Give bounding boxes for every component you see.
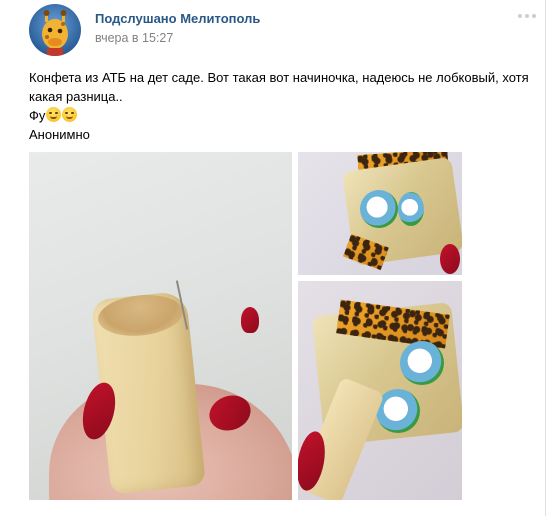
nail-shape [241,307,259,333]
nail-shape [440,244,460,274]
post-date-link[interactable]: вчера в 15:27 [95,31,173,45]
post-text-line: Фу [29,106,529,125]
avatar[interactable] [29,4,81,56]
post-signature: Анонимно [29,127,90,142]
post-text-line: Конфета из АТБ на дет саде. Вот такая во… [29,70,529,85]
post-text-prefix: Фу [29,108,46,123]
cow-logo-icon [360,190,398,228]
wall-post: Подслушано Мелитополь вчера в 15:27 Конф… [0,0,546,516]
post-author-link[interactable]: Подслушано Мелитополь [95,11,260,26]
cow-logo-icon [398,192,424,226]
cow-logo-icon [376,389,420,433]
photo-candy-wrapper[interactable] [298,152,462,275]
cow-logo-icon [400,341,444,385]
post-text-line: какая разница.. [29,89,123,104]
relieved-face-icon [62,107,78,122]
more-options-icon[interactable] [518,12,536,20]
photo-candy-in-hand[interactable] [29,152,292,500]
giraffe-logo-icon [42,10,68,56]
post-text: Конфета из АТБ на дет саде. Вот такая во… [29,68,529,144]
photo-candy-and-wrapper[interactable] [298,281,462,500]
grimacing-face-icon [46,107,62,122]
